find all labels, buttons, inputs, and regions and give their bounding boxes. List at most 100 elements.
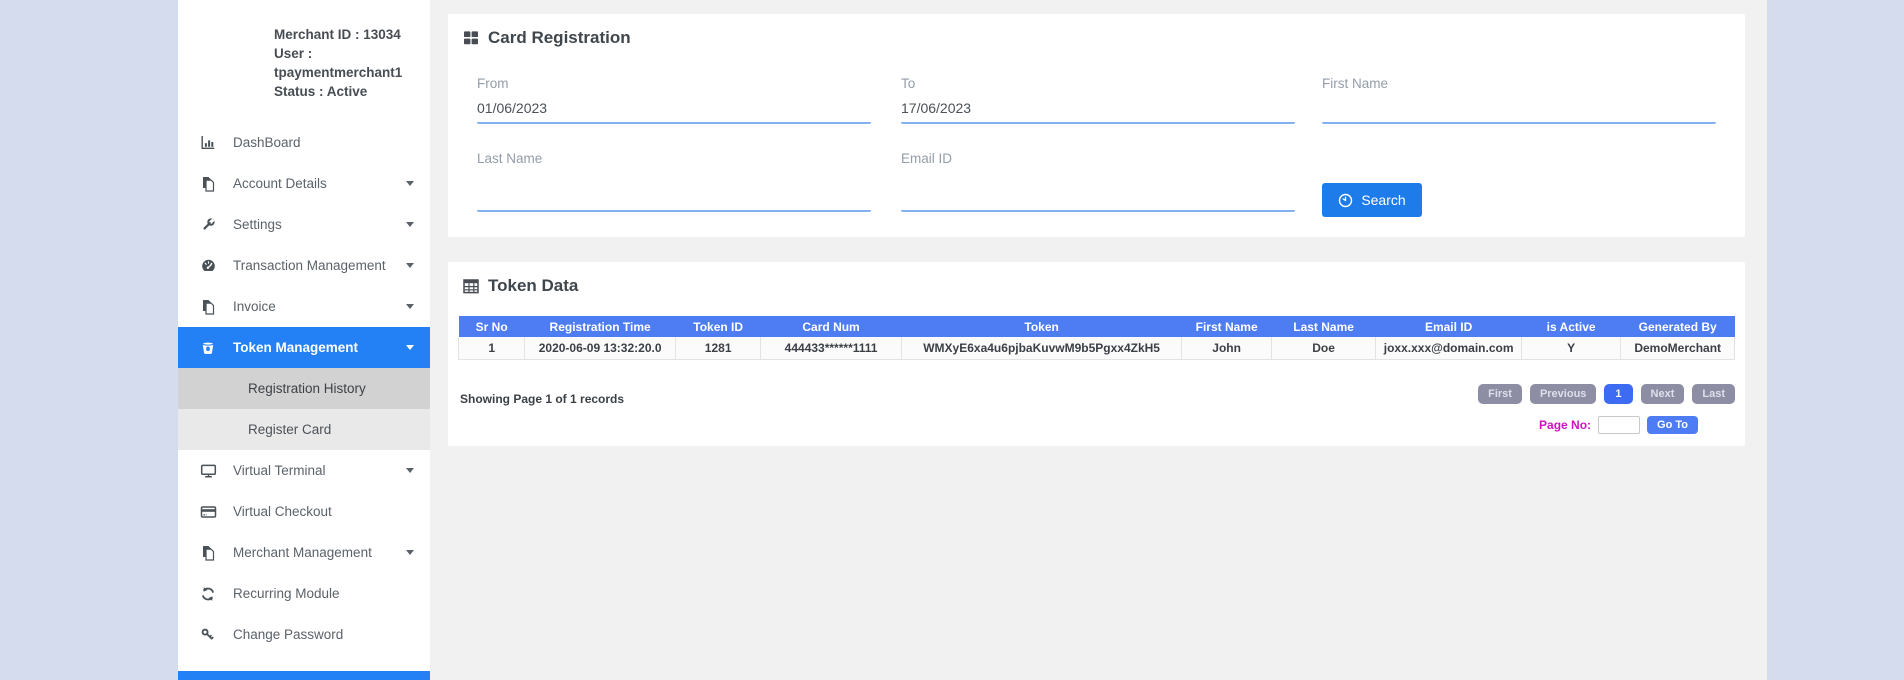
sidebar-item-change-password[interactable]: Change Password — [178, 614, 430, 655]
table-icon — [463, 278, 479, 294]
sidebar-item-label: Change Password — [233, 627, 344, 642]
to-label: To — [901, 76, 916, 91]
pagination-previous-button[interactable]: Previous — [1529, 384, 1597, 404]
sidebar-item-registration-history[interactable]: Registration History — [178, 368, 430, 409]
merchant-id-text: Merchant ID : 13034 — [274, 27, 401, 42]
sidebar-partial-item[interactable] — [178, 671, 430, 680]
goto-button[interactable]: Go To — [1647, 416, 1698, 434]
chevron-down-icon — [406, 304, 414, 309]
pagination-last-button[interactable]: Last — [1692, 384, 1735, 404]
input-underline — [1322, 122, 1716, 124]
chevron-down-icon — [406, 181, 414, 186]
sidebar-item-settings[interactable]: Settings — [178, 204, 430, 245]
cell-generated-by: DemoMerchant — [1620, 337, 1735, 360]
page-no-input[interactable] — [1598, 416, 1641, 434]
sidebar-item-label: Transaction Management — [233, 258, 386, 273]
sidebar-item-token-management[interactable]: Token Management — [178, 327, 430, 368]
cell-is-active: Y — [1520, 337, 1622, 360]
sidebar-item-recurring-module[interactable]: Recurring Module — [178, 573, 430, 614]
sidebar-menu: DashBoard Account Details Settings Trans… — [178, 122, 430, 655]
pages-icon — [198, 545, 218, 561]
pages-icon — [198, 176, 218, 192]
sidebar-item-merchant-management[interactable]: Merchant Management — [178, 532, 430, 573]
input-underline — [901, 122, 1295, 124]
email-id-field: Email ID — [901, 151, 1295, 212]
col-header: Generated By — [1620, 316, 1735, 337]
sidebar-item-virtual-checkout[interactable]: Virtual Checkout — [178, 491, 430, 532]
col-header: Email ID — [1375, 316, 1522, 337]
cell-sr-no: 1 — [457, 337, 526, 360]
cell-first-name: John — [1181, 337, 1272, 360]
chevron-down-icon — [406, 222, 414, 227]
cell-card-num: 444433******1111 — [760, 337, 902, 360]
username-text: tpaymentmerchant1 — [274, 65, 403, 80]
col-header: is Active — [1521, 316, 1621, 337]
sidebar-item-label: Settings — [233, 217, 282, 232]
monitor-icon — [198, 463, 218, 479]
pagination-current-page-button[interactable]: 1 — [1604, 384, 1633, 404]
last-name-label: Last Name — [477, 151, 543, 166]
merchant-info: Merchant ID : 13034 User : tpaymentmerch… — [178, 0, 430, 101]
search-button[interactable]: Search — [1322, 183, 1422, 217]
to-input[interactable]: 17/06/2023 — [901, 100, 1295, 122]
sidebar-item-label: Recurring Module — [233, 586, 340, 601]
email-id-input[interactable] — [901, 175, 1295, 210]
col-header: Last Name — [1271, 316, 1376, 337]
main-content: Card Registration From 01/06/2023 To 17/… — [430, 0, 1767, 680]
credit-card-icon — [198, 504, 218, 520]
sidebar-item-label: DashBoard — [233, 135, 301, 150]
input-underline — [901, 210, 1295, 212]
chevron-down-icon — [406, 345, 414, 350]
sidebar: Merchant ID : 13034 User : tpaymentmerch… — [178, 0, 430, 680]
last-name-input[interactable] — [477, 175, 871, 210]
sidebar-item-transaction-management[interactable]: Transaction Management — [178, 245, 430, 286]
from-label: From — [477, 76, 509, 91]
col-header: Token — [901, 316, 1182, 337]
bucket-icon — [198, 340, 218, 356]
card-registration-panel: Card Registration From 01/06/2023 To 17/… — [448, 14, 1745, 237]
first-name-field: First Name — [1322, 76, 1716, 124]
table-row: 1 2020-06-09 13:32:20.0 1281 444433*****… — [457, 337, 1735, 360]
col-header: Token ID — [675, 316, 761, 337]
table-header-row: Sr No Registration Time Token ID Card Nu… — [458, 316, 1735, 337]
sidebar-item-account-details[interactable]: Account Details — [178, 163, 430, 204]
pagination-next-button[interactable]: Next — [1640, 384, 1685, 404]
first-name-input[interactable] — [1322, 100, 1716, 122]
sidebar-item-invoice[interactable]: Invoice — [178, 286, 430, 327]
sidebar-item-label: Virtual Terminal — [233, 463, 326, 478]
app-frame: Merchant ID : 13034 User : tpaymentmerch… — [178, 0, 1767, 680]
first-name-label: First Name — [1322, 76, 1389, 91]
from-field: From 01/06/2023 — [477, 76, 871, 124]
card-registration-title: Card Registration — [463, 28, 631, 48]
sidebar-item-label: Invoice — [233, 299, 276, 314]
status-text: Status : Active — [274, 84, 368, 99]
sidebar-item-label: Registration History — [248, 381, 366, 396]
cell-token-id: 1281 — [674, 337, 762, 360]
col-header: Sr No — [458, 316, 525, 337]
chevron-down-icon — [406, 468, 414, 473]
from-input[interactable]: 01/06/2023 — [477, 100, 871, 122]
chevron-down-icon — [406, 263, 414, 268]
cell-email-id: joxx.xxx@domain.com — [1375, 337, 1522, 360]
sidebar-item-register-card[interactable]: Register Card — [178, 409, 430, 450]
sidebar-item-label: Merchant Management — [233, 545, 372, 560]
to-field: To 17/06/2023 — [901, 76, 1295, 124]
token-data-table: Sr No Registration Time Token ID Card Nu… — [457, 316, 1735, 360]
sidebar-item-label: Virtual Checkout — [233, 504, 332, 519]
sidebar-item-label: Account Details — [233, 176, 327, 191]
chevron-down-icon — [406, 550, 414, 555]
panel-title-text: Card Registration — [488, 28, 631, 47]
col-header: Card Num — [760, 316, 902, 337]
pagination-first-button[interactable]: First — [1478, 384, 1522, 404]
sidebar-item-dashboard[interactable]: DashBoard — [178, 122, 430, 163]
cell-token: WMXyE6xa4u6pjbaKuvwM9b5Pgxx4ZkH5 — [900, 337, 1183, 360]
search-button-label: Search — [1361, 192, 1406, 208]
sidebar-item-virtual-terminal[interactable]: Virtual Terminal — [178, 450, 430, 491]
wrench-icon — [198, 217, 218, 233]
user-label-text: User : — [274, 46, 313, 61]
input-underline — [477, 122, 871, 124]
refresh-icon — [198, 586, 218, 602]
token-data-panel: Token Data Sr No Registration Time Token… — [448, 262, 1745, 446]
token-data-title: Token Data — [463, 276, 578, 296]
col-header: Registration Time — [524, 316, 676, 337]
